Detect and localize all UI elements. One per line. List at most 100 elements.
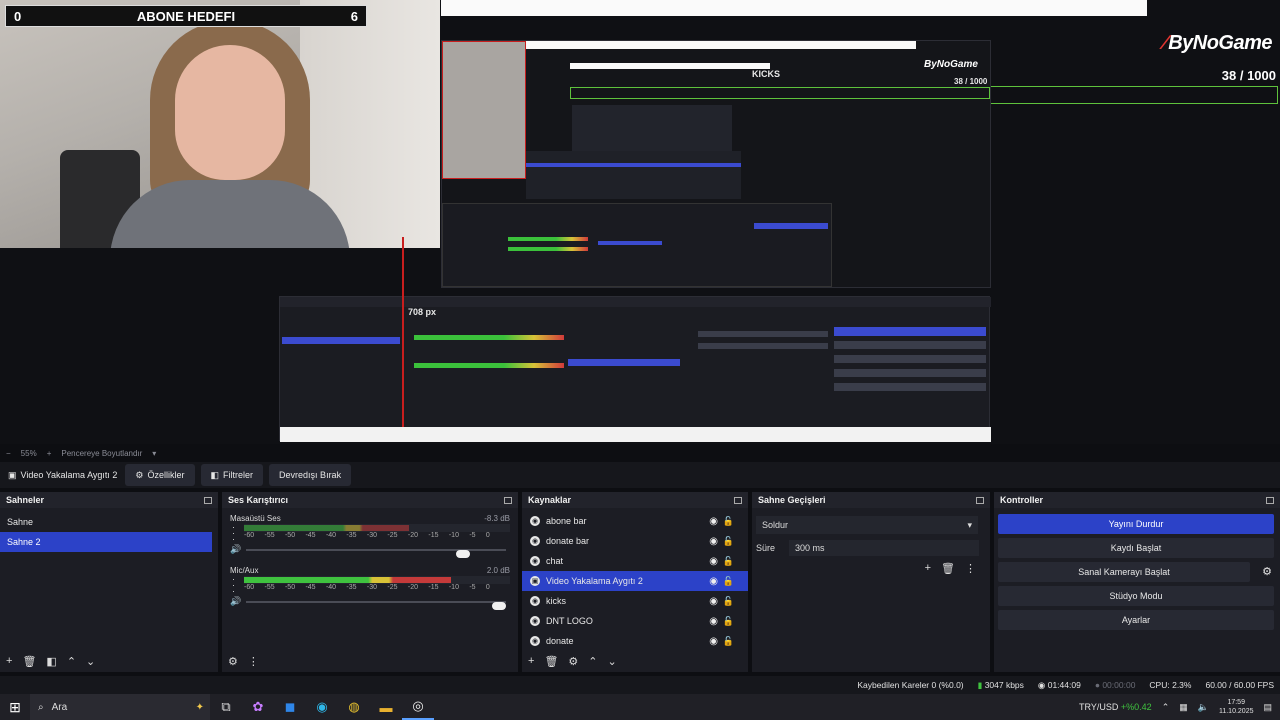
eye-icon[interactable]: ◉ [709,616,718,627]
meter-tick-label: -10 [448,532,459,539]
zoom-minus-icon[interactable]: − [6,449,11,458]
deactivate-button[interactable]: Devredışı Bırak [269,464,352,486]
volume-slider[interactable] [246,601,506,610]
add-icon[interactable]: + [6,655,12,667]
source-item[interactable]: ◉ kicks ◉ 🔓 [522,591,748,611]
arrow-down-icon[interactable]: ⌄ [608,655,617,668]
add-icon[interactable]: + [925,562,931,575]
speaker-icon[interactable]: 🔊 [230,544,241,555]
eye-icon[interactable]: ◉ [709,536,718,547]
stream-icon: ◉ [1037,679,1046,690]
menu-dots-icon[interactable]: ⋮ [965,562,976,575]
eye-icon[interactable]: ◉ [709,516,718,527]
camera-icon: ▣ [530,576,540,586]
studio-mode-button[interactable]: Stüdyo Modu [998,586,1274,606]
meter-tick-label: -60 [244,584,255,591]
eye-icon[interactable]: ◉ [709,556,718,567]
settings-button[interactable]: Ayarlar [998,610,1274,630]
camera-icon: ▣ [8,469,17,480]
properties-button[interactable]: ⚙ Özellikler [125,464,195,486]
taskbar-search[interactable]: ⌕ Ara ✦ [30,694,210,720]
undock-icon[interactable] [976,496,984,504]
eye-icon[interactable]: ◉ [709,576,718,587]
windows-start-icon[interactable]: ⊞ [0,699,30,716]
channel-menu-icon[interactable]: · · · [232,523,235,544]
meter-tick-label: -10 [448,584,459,591]
undock-icon[interactable] [204,496,212,504]
overlay-white-bar [441,0,1147,16]
source-item[interactable]: ◉ abone bar ◉ 🔓 [522,511,748,531]
undock-icon[interactable] [1266,496,1274,504]
file-explorer-icon[interactable]: ▬ [370,694,402,720]
arrow-down-icon[interactable]: ⌄ [86,655,95,668]
meter-tick-label: -20 [407,584,418,591]
source-item[interactable]: ◉ donate ◉ 🔓 [522,631,748,651]
eye-icon[interactable]: ◉ [709,636,718,647]
speaker-icon[interactable]: 🔊 [230,596,241,607]
undock-icon[interactable] [504,496,512,504]
meter-ticks: -60 -55 -50 -45 -40 -35 -30 -25 -20 -15 -10 -5 0 [244,532,510,542]
source-item[interactable]: ◉ donate bar ◉ 🔓 [522,531,748,551]
lock-icon[interactable]: 🔓 [723,636,734,647]
filters-button[interactable]: ◧ Filtreler [200,464,264,486]
eye-icon[interactable]: ◉ [709,596,718,607]
obs-icon[interactable]: ◎ [402,694,434,720]
arrow-up-icon[interactable]: ⌃ [588,655,597,668]
duration-input[interactable]: 300 ms [789,540,980,556]
network-icon[interactable]: ▦ [1179,702,1188,713]
meter-tick-label: -25 [387,532,398,539]
add-icon[interactable]: + [528,655,534,667]
trash-icon[interactable]: 🗑 [22,655,36,668]
undock-icon[interactable] [734,496,742,504]
copilot-icon[interactable]: ✿ [242,694,274,720]
clock[interactable]: 17:59 11.10.2025 [1219,698,1254,716]
lock-icon[interactable]: 🔓 [723,576,734,587]
source-item[interactable]: ◉ chat ◉ 🔓 [522,551,748,571]
meter-tick-label: -5 [469,584,476,591]
virtual-camera-button[interactable]: Sanal Kamerayı Başlat ⚙ [998,562,1272,582]
meter-tick-label: -40 [325,532,337,539]
lock-icon[interactable]: 🔓 [723,616,734,627]
zoom-plus-icon[interactable]: + [47,449,52,458]
currency-widget[interactable]: TRY/USD +%0.42 [1079,702,1152,712]
filter-icon[interactable]: ◧ [46,655,56,668]
trash-icon[interactable]: 🗑 [941,562,955,575]
notification-icon[interactable]: ▤ [1263,702,1272,713]
task-view-icon[interactable]: ⧉ [210,694,242,720]
transition-select[interactable]: Soldur ▾ [756,516,978,534]
gear-icon[interactable]: ⚙ [568,655,578,668]
chrome-icon[interactable]: ◍ [338,694,370,720]
stop-stream-button[interactable]: Yayını Durdur [998,514,1274,534]
lock-icon[interactable]: 🔓 [723,556,734,567]
menu-dots-icon[interactable]: ⋮ [248,655,259,668]
lock-icon[interactable]: 🔓 [723,516,734,527]
channel-menu-icon[interactable]: · · · [232,575,235,596]
start-recording-button[interactable]: Kaydı Başlat [998,538,1274,558]
gear-icon[interactable]: ⚙ [1262,565,1272,578]
chevron-up-icon[interactable]: ⌃ [1162,702,1170,713]
outlook-icon[interactable]: ◼ [274,694,306,720]
scenes-toolbar: + 🗑 ◧ ⌃ ⌄ [0,650,218,672]
fit-to-window-label[interactable]: Pencereye Boyutlandır [61,449,142,458]
dropped-frames: Kaybedilen Kareler 0 (%0.0) [857,680,964,690]
chevron-down-icon[interactable]: ▾ [152,449,156,458]
source-type-icon: ◉ [530,596,540,606]
source-item[interactable]: ◉ DNT LOGO ◉ 🔓 [522,611,748,631]
source-type-icon: ◉ [530,516,540,526]
preview-canvas[interactable]: 0 ABONE HEDEFI 6 ∕ ByNoGame 38 / 1000 KIC… [0,0,1280,444]
scene-item[interactable]: Sahne 2 [0,532,212,552]
scene-item[interactable]: Sahne [0,512,218,532]
trash-icon[interactable]: 🗑 [544,655,558,668]
source-type-icon: ◉ [530,636,540,646]
meter-tick-label: -30 [366,532,378,539]
source-item[interactable]: ▣ Video Yakalama Aygıtı 2 ◉ 🔓 [522,571,748,591]
gear-icon: ⚙ [135,469,144,480]
edge-icon[interactable]: ◉ [306,694,338,720]
arrow-up-icon[interactable]: ⌃ [67,655,76,668]
lock-icon[interactable]: 🔓 [723,536,734,547]
gear-icon[interactable]: ⚙ [228,655,238,668]
source-type-icon: ◉ [530,556,540,566]
volume-icon[interactable]: 🔈 [1198,702,1209,713]
lock-icon[interactable]: 🔓 [723,596,734,607]
volume-slider[interactable] [246,549,506,558]
